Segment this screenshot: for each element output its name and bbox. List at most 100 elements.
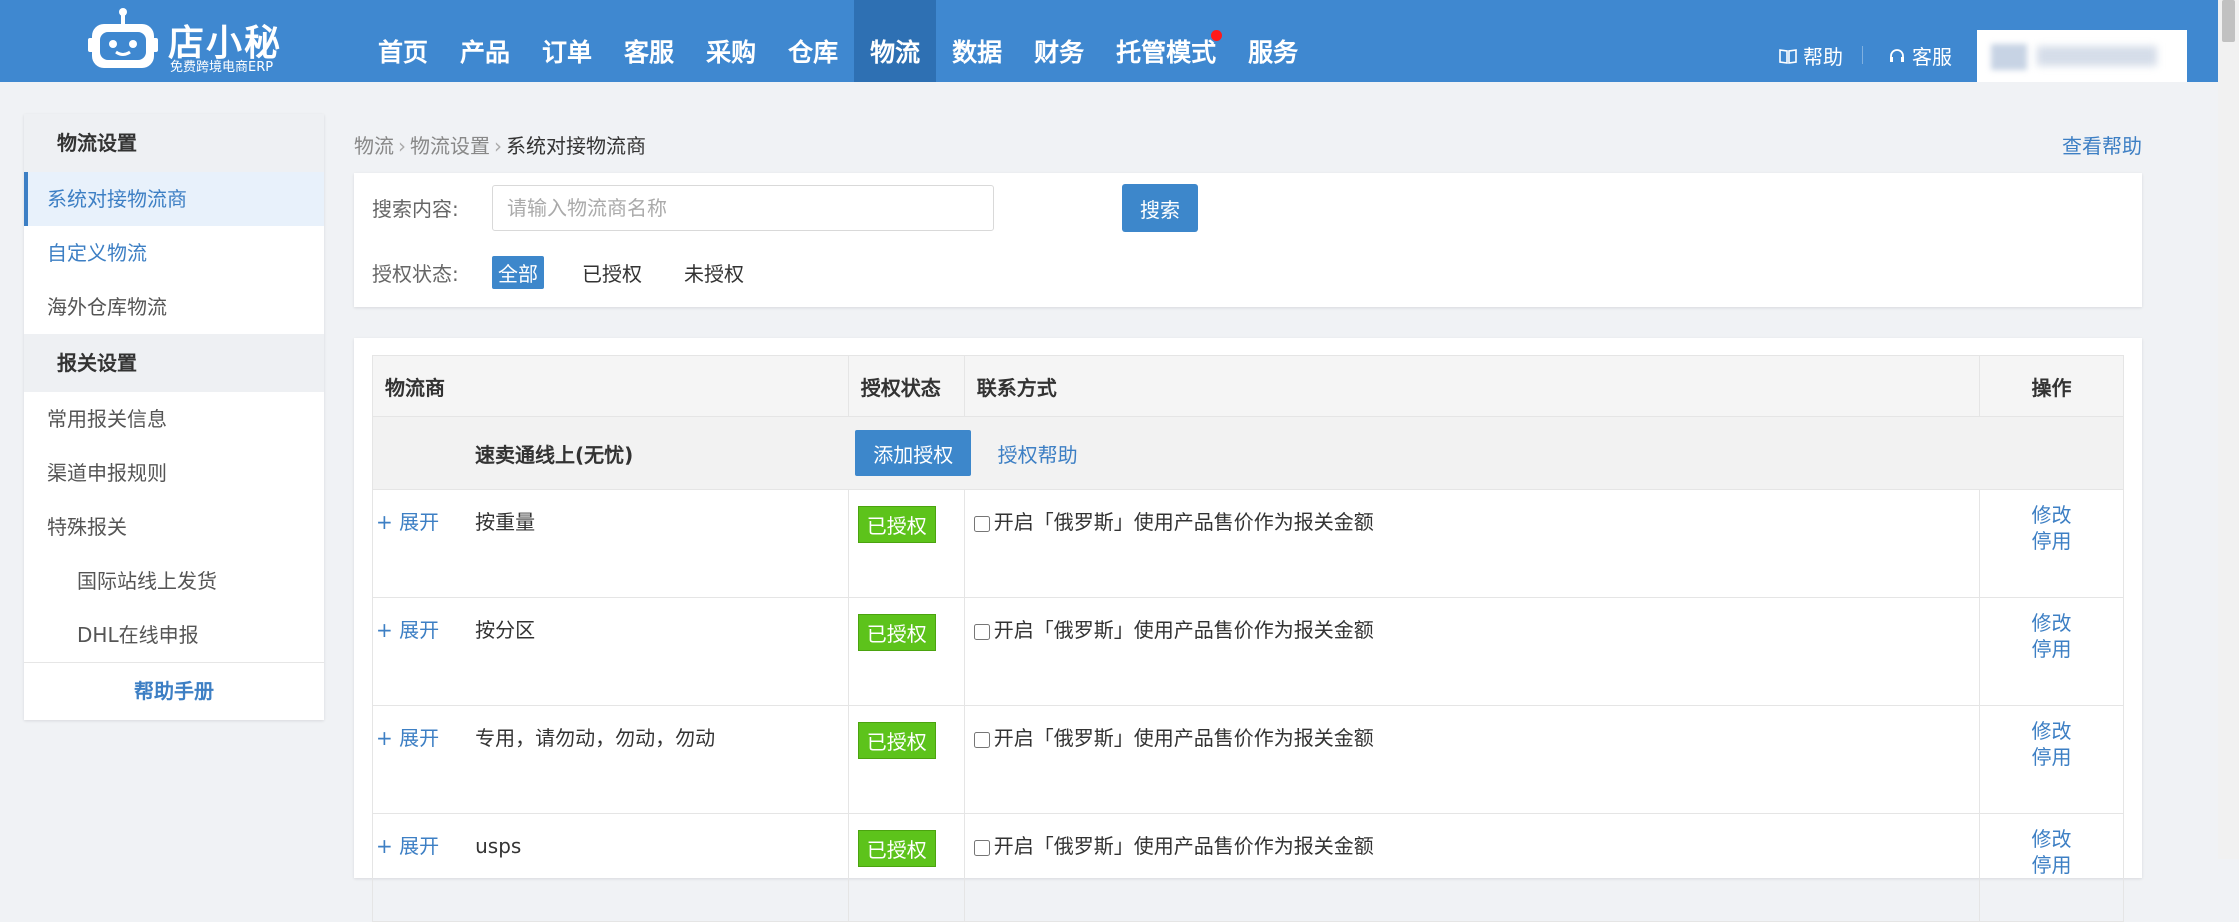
carrier-cell: + 展开 usps — [372, 813, 849, 922]
expand-toggle[interactable]: + 展开 — [376, 618, 439, 642]
sidebar: 物流设置 系统对接物流商 自定义物流 海外仓库物流 报关设置 常用报关信息 渠道… — [24, 114, 324, 720]
contact-cell: 开启「俄罗斯」使用产品售价作为报关金额 — [963, 813, 1981, 922]
carrier-name: 按重量 — [475, 510, 536, 534]
nav-label: 财务 — [1034, 38, 1085, 67]
disable-link[interactable]: 停用 — [1981, 848, 2122, 882]
sidebar-item-custom-logistics[interactable]: 自定义物流 — [24, 226, 324, 280]
carrier-cell: + 展开 专用，请勿动，勿动，勿动 — [372, 705, 849, 814]
chevron-right-icon: › — [398, 134, 406, 158]
breadcrumb-current: 系统对接物流商 — [506, 134, 646, 158]
col-auth-status: 授权状态 — [847, 355, 965, 417]
nav-purchase[interactable]: 采购 — [690, 0, 772, 82]
actions-cell: 修改 停用 — [1979, 705, 2124, 814]
nav-label: 首页 — [378, 38, 429, 67]
auth-filter-unauthorized[interactable]: 未授权 — [678, 256, 750, 289]
nav-finance[interactable]: 财务 — [1018, 0, 1100, 82]
headset-icon — [1890, 48, 1904, 62]
nav-orders[interactable]: 订单 — [526, 0, 608, 82]
sidebar-item-dhl-declaration[interactable]: DHL在线申报 — [24, 608, 324, 662]
carrier-table-panel: 物流商 授权状态 联系方式 操作 速卖通线上(无忧) 添加授权 授权帮助 + 展… — [354, 338, 2142, 922]
disable-link[interactable]: 停用 — [1981, 524, 2122, 558]
help-label: 帮助 — [1803, 45, 1843, 69]
carrier-cell: + 展开 按重量 — [372, 489, 849, 598]
nav-label: 采购 — [706, 38, 757, 67]
contact-cell: 开启「俄罗斯」使用产品售价作为报关金额 — [963, 489, 1981, 598]
status-badge: 已授权 — [857, 830, 936, 867]
disable-link[interactable]: 停用 — [1981, 632, 2122, 666]
nav-logistics[interactable]: 物流 — [854, 0, 937, 82]
username-redacted — [2037, 46, 2157, 66]
sidebar-item-overseas-warehouse[interactable]: 海外仓库物流 — [24, 280, 324, 334]
chevron-right-icon: › — [494, 134, 502, 158]
logo[interactable]: 店小秘 免费跨境电商ERP — [88, 6, 288, 76]
expand-toggle[interactable]: + 展开 — [376, 726, 439, 750]
col-contact: 联系方式 — [963, 355, 1981, 417]
page-scrollbar[interactable] — [2218, 0, 2239, 859]
breadcrumb-logistics-settings[interactable]: 物流设置 — [410, 134, 490, 158]
actions-cell: 修改 停用 — [1979, 597, 2124, 706]
nav-label: 托管模式 — [1116, 38, 1217, 67]
expand-toggle[interactable]: + 展开 — [376, 510, 439, 534]
status-cell: 已授权 — [847, 489, 965, 598]
group-actions: 添加授权 授权帮助 — [848, 416, 2125, 490]
authorization-help-link[interactable]: 授权帮助 — [998, 443, 1078, 467]
search-panel: 搜索内容: 搜索 授权状态: 全部 已授权 未授权 — [354, 173, 2142, 307]
avatar — [1991, 44, 2027, 70]
scrollbar-thumb[interactable] — [2222, 0, 2235, 42]
auth-status-label: 授权状态: — [372, 262, 459, 286]
carrier-name: usps — [475, 834, 522, 858]
auth-filter-authorized[interactable]: 已授权 — [576, 256, 648, 289]
col-actions: 操作 — [1979, 355, 2124, 417]
carrier-cell: + 展开 按分区 — [372, 597, 849, 706]
table-row: + 展开 专用，请勿动，勿动，勿动 已授权 开启「俄罗斯」使用产品售价作为报关金额… — [372, 705, 2124, 814]
breadcrumb-logistics[interactable]: 物流 — [354, 134, 394, 158]
table-header-row: 物流商 授权状态 联系方式 操作 — [372, 355, 2124, 417]
main-nav: 首页 产品 订单 客服 采购 仓库 物流 数据 财务 托管模式 服务 — [362, 0, 1314, 82]
nav-customer-service[interactable]: 客服 — [608, 0, 690, 82]
table-row: + 展开 按重量 已授权 开启「俄罗斯」使用产品售价作为报关金额 修改 停用 — [372, 489, 2124, 598]
table-row: + 展开 usps 已授权 开启「俄罗斯」使用产品售价作为报关金额 修改 停用 — [372, 813, 2124, 922]
nav-data[interactable]: 数据 — [936, 0, 1018, 82]
add-authorization-button[interactable]: 添加授权 — [855, 430, 972, 476]
nav-hosting-mode[interactable]: 托管模式 — [1100, 0, 1232, 82]
user-account-box[interactable] — [1977, 30, 2187, 82]
customer-service-link[interactable]: 客服 — [1888, 41, 1952, 70]
view-help-link[interactable]: 查看帮助 — [2062, 130, 2142, 159]
nav-home[interactable]: 首页 — [362, 0, 444, 82]
nav-warehouse[interactable]: 仓库 — [772, 0, 854, 82]
nav-label: 客服 — [624, 38, 675, 67]
actions-cell: 修改 停用 — [1979, 489, 2124, 598]
nav-label: 数据 — [952, 38, 1003, 67]
nav-products[interactable]: 产品 — [444, 0, 526, 82]
status-cell: 已授权 — [847, 705, 965, 814]
price-as-customs-checkbox[interactable] — [973, 839, 990, 856]
search-button[interactable]: 搜索 — [1122, 184, 1198, 232]
status-badge: 已授权 — [857, 722, 936, 759]
nav-label: 物流 — [870, 38, 921, 67]
logo-slogan: 免费跨境电商ERP — [170, 60, 274, 75]
nav-services[interactable]: 服务 — [1232, 0, 1314, 82]
price-as-customs-checkbox[interactable] — [973, 515, 990, 532]
sidebar-item-system-carriers[interactable]: 系统对接物流商 — [24, 172, 324, 226]
carrier-name: 按分区 — [475, 618, 536, 642]
table-row: + 展开 按分区 已授权 开启「俄罗斯」使用产品售价作为报关金额 修改 停用 — [372, 597, 2124, 706]
sidebar-item-common-customs[interactable]: 常用报关信息 — [24, 392, 324, 446]
help-manual-link[interactable]: 帮助手册 — [24, 662, 324, 719]
help-link[interactable]: 帮助 — [1779, 41, 1843, 70]
search-input[interactable] — [492, 185, 994, 231]
price-as-customs-checkbox[interactable] — [973, 731, 990, 748]
nav-label: 服务 — [1248, 38, 1299, 67]
expand-toggle[interactable]: + 展开 — [376, 834, 439, 858]
contact-text: 开启「俄罗斯」使用产品售价作为报关金额 — [993, 834, 1374, 858]
status-cell: 已授权 — [847, 813, 965, 922]
price-as-customs-checkbox[interactable] — [973, 623, 990, 640]
auth-filter-all[interactable]: 全部 — [492, 256, 544, 289]
sidebar-section-logistics: 物流设置 — [24, 114, 324, 172]
sidebar-item-intl-shipping[interactable]: 国际站线上发货 — [24, 554, 324, 608]
disable-link[interactable]: 停用 — [1981, 740, 2122, 774]
top-navbar: 店小秘 免费跨境电商ERP 首页 产品 订单 客服 采购 仓库 物流 数据 财务… — [0, 0, 2239, 82]
contact-text: 开启「俄罗斯」使用产品售价作为报关金额 — [993, 510, 1374, 534]
divider — [1862, 46, 1863, 64]
sidebar-item-channel-rules[interactable]: 渠道申报规则 — [24, 446, 324, 500]
sidebar-item-special-customs[interactable]: 特殊报关 — [24, 500, 324, 554]
